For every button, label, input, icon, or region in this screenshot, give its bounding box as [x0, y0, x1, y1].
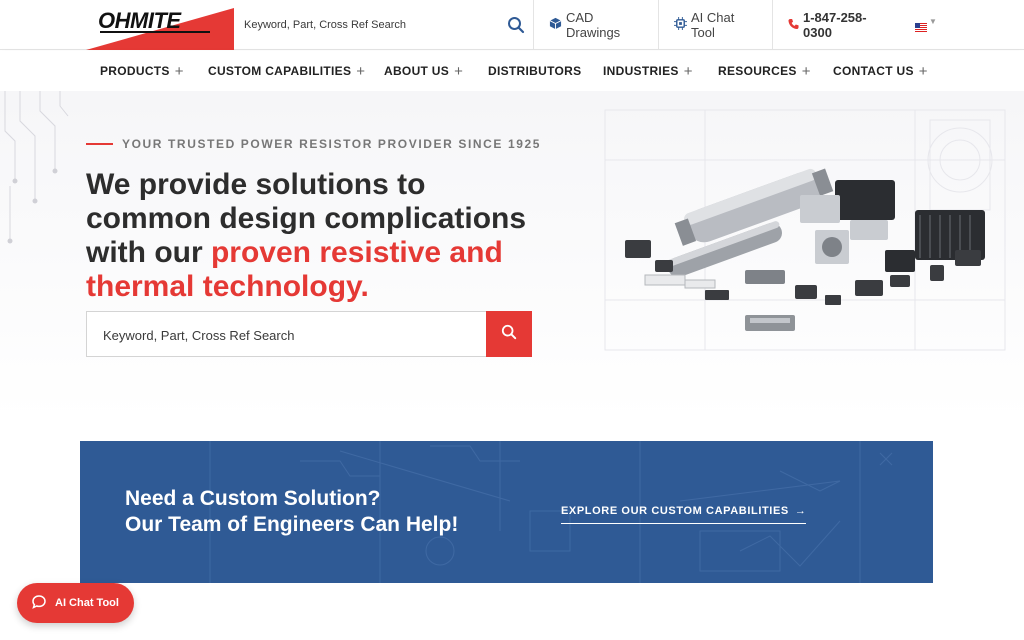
explore-custom-capabilities-link[interactable]: EXPLORE OUR CUSTOM CAPABILITIES →: [561, 505, 807, 524]
nav-label: DISTRIBUTORS: [488, 64, 582, 78]
nav-item-contact-us[interactable]: CONTACT US +: [833, 51, 928, 91]
plus-icon: +: [918, 62, 928, 80]
explore-link-label: EXPLORE OUR CUSTOM CAPABILITIES: [561, 505, 789, 517]
svg-text:OHMITE: OHMITE: [98, 8, 182, 33]
nav-item-resources[interactable]: RESOURCES +: [718, 51, 811, 91]
header-search-input[interactable]: [244, 13, 494, 37]
top-header: OHMITE CAD Drawings AI Chat Tool 1-847-2…: [0, 0, 1024, 50]
ohmite-logo[interactable]: OHMITE: [86, 0, 234, 50]
plus-icon: +: [801, 62, 811, 80]
nav-item-products[interactable]: PRODUCTS +: [100, 51, 184, 91]
phone-link[interactable]: 1-847-258-0300: [773, 0, 903, 50]
search-icon: [501, 324, 517, 345]
banner-line-1: Need a Custom Solution?: [125, 487, 381, 510]
plus-icon: +: [356, 62, 366, 80]
nav-item-about-us[interactable]: ABOUT US +: [384, 51, 463, 91]
us-flag-icon[interactable]: [915, 19, 927, 32]
plus-icon: +: [454, 62, 464, 80]
phone-number: 1-847-258-0300: [803, 10, 867, 40]
nav-label: ABOUT US: [384, 64, 450, 78]
chat-bubble-icon: [31, 594, 47, 613]
custom-solution-banner: Need a Custom Solution? Our Team of Engi…: [80, 441, 933, 583]
search-icon[interactable]: [507, 16, 525, 34]
circuit-decoration: [4, 91, 69, 244]
nav-label: CUSTOM CAPABILITIES: [208, 64, 352, 78]
products-collage-image: [604, 109, 1006, 351]
banner-line-2: Our Team of Engineers Can Help!: [125, 513, 459, 536]
ai-chat-floating-button[interactable]: AI Chat Tool: [17, 583, 134, 623]
ai-chat-link[interactable]: AI Chat Tool: [659, 0, 773, 50]
nav-item-distributors[interactable]: DISTRIBUTORS: [488, 51, 581, 91]
ai-chat-label: AI Chat Tool: [691, 10, 735, 40]
tagline-accent: [86, 143, 113, 145]
chip-icon: [674, 17, 687, 33]
cube-icon: [549, 17, 562, 33]
plus-icon: +: [683, 62, 693, 80]
hero-tagline: YOUR TRUSTED POWER RESISTOR PROVIDER SIN…: [122, 137, 542, 151]
nav-label: INDUSTRIES: [603, 64, 679, 78]
nav-label: PRODUCTS: [100, 64, 170, 78]
phone-icon: [788, 18, 799, 33]
cad-drawings-label: CAD Drawings: [566, 10, 621, 40]
nav-label: CONTACT US: [833, 64, 914, 78]
header-search: [234, 0, 534, 50]
nav-item-custom-capabilities[interactable]: CUSTOM CAPABILITIES +: [208, 51, 365, 91]
nav-item-industries[interactable]: INDUSTRIES +: [603, 51, 693, 91]
cad-drawings-link[interactable]: CAD Drawings: [534, 0, 659, 50]
hero-headline: We provide solutions to common design co…: [86, 168, 556, 304]
plus-icon: +: [174, 62, 184, 80]
hero-search-input[interactable]: [103, 324, 473, 346]
main-nav: PRODUCTS + CUSTOM CAPABILITIES + ABOUT US +…: [0, 51, 1024, 91]
hero-search: [86, 311, 532, 357]
arrow-right-icon: →: [794, 505, 807, 517]
hero-search-button[interactable]: [486, 311, 532, 357]
chevron-down-icon[interactable]: ▼: [929, 17, 937, 26]
ai-chat-floating-label: AI Chat Tool: [55, 597, 119, 609]
nav-label: RESOURCES: [718, 64, 797, 78]
banner-title: Need a Custom Solution? Our Team of Engi…: [125, 486, 458, 538]
